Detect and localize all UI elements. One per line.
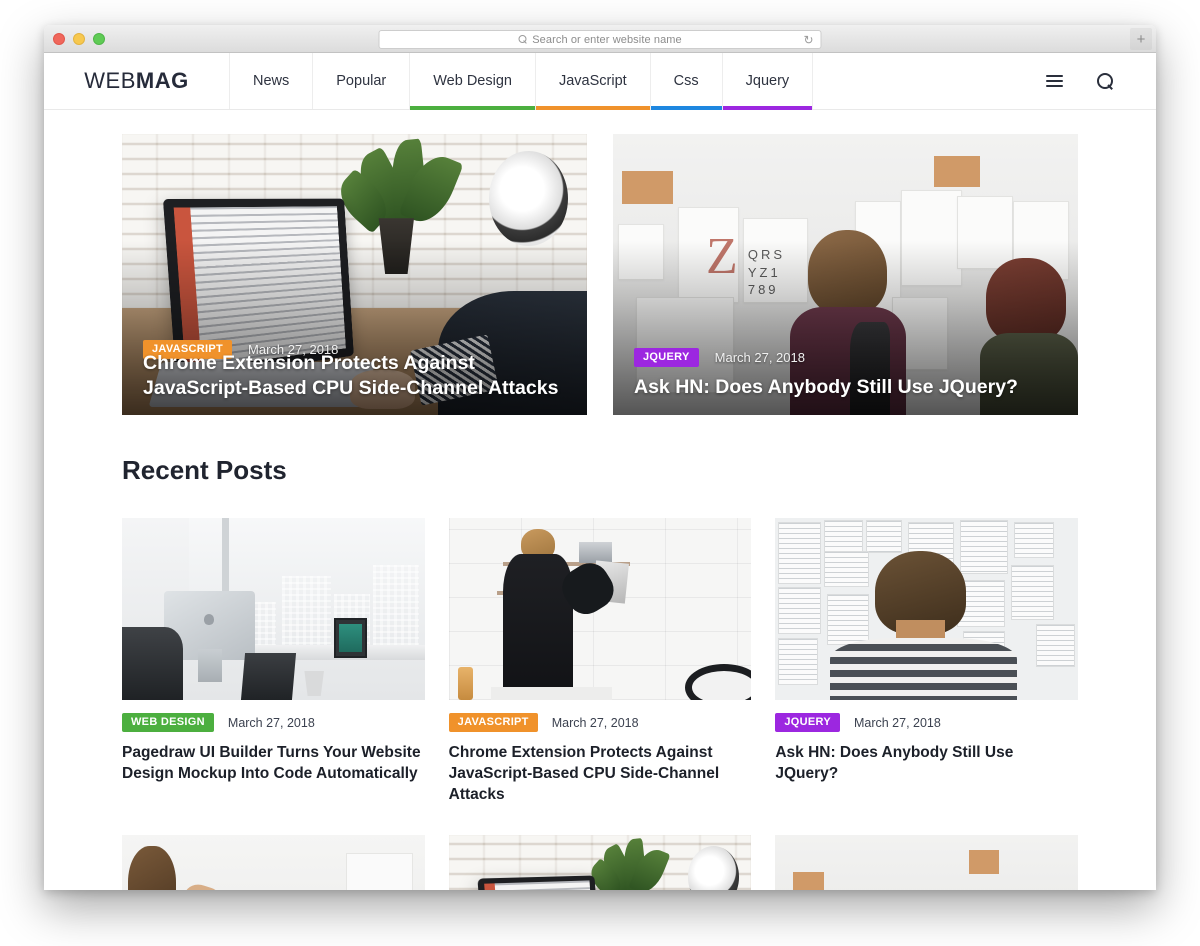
- post-meta: WEB DESIGN March 27, 2018: [122, 700, 425, 732]
- address-bar-placeholder: Search or enter website name: [532, 33, 682, 46]
- post-date: March 27, 2018: [227, 715, 315, 730]
- nav-item-javascript[interactable]: JavaScript: [534, 53, 650, 110]
- content-container: JAVASCRIPT March 27, 2018 Chrome Extensi…: [122, 110, 1078, 890]
- featured-posts-grid: JAVASCRIPT March 27, 2018 Chrome Extensi…: [122, 110, 1078, 415]
- address-bar[interactable]: Search or enter website name ↻: [378, 30, 822, 49]
- post-thumbnail[interactable]: [122, 835, 425, 890]
- featured-post-card[interactable]: JAVASCRIPT March 27, 2018 Chrome Extensi…: [122, 134, 587, 415]
- maximize-window-button[interactable]: [93, 32, 105, 45]
- close-window-button[interactable]: [53, 32, 65, 45]
- window-controls: [44, 32, 105, 45]
- post-meta: JQUERY March 27, 2018: [775, 700, 1078, 732]
- post-card[interactable]: JQUERY March 27, 2018 Ask HN: Does Anybo…: [775, 518, 1078, 805]
- post-thumbnail[interactable]: [448, 835, 752, 890]
- post-thumbnail[interactable]: Z: [775, 835, 1078, 890]
- post-card[interactable]: JAVASCRIPT March 27, 2018 Chrome Extensi…: [448, 518, 752, 805]
- browser-titlebar: Search or enter website name ↻ +: [44, 25, 1156, 53]
- post-meta: JAVASCRIPT March 27, 2018: [448, 700, 752, 732]
- nav-item-popular[interactable]: Popular: [312, 53, 409, 109]
- main-nav: News Popular Web Design JavaScript Css J…: [229, 53, 814, 110]
- recent-posts-grid: WEB DESIGN March 27, 2018 Pagedraw UI Bu…: [122, 489, 1078, 890]
- post-card[interactable]: WEB DESIGN March 27, 2018 Pagedraw UI Bu…: [122, 518, 425, 805]
- post-thumbnail[interactable]: [122, 518, 425, 700]
- featured-post-card[interactable]: Z QRSYZ1789 JQUERY March 27, 2018 Ask HN…: [613, 134, 1078, 415]
- nav-label: JavaScript: [558, 73, 627, 89]
- nav-label: Css: [673, 73, 699, 89]
- post-title[interactable]: Pagedraw UI Builder Turns Your Website D…: [122, 743, 425, 785]
- post-date: March 27, 2018: [551, 715, 639, 730]
- post-card[interactable]: Z: [775, 835, 1078, 890]
- post-thumbnail[interactable]: [448, 518, 752, 700]
- logo-text-thin: WEB: [84, 68, 136, 93]
- hamburger-icon[interactable]: [1046, 75, 1063, 87]
- section-title: Recent Posts: [122, 455, 287, 485]
- featured-post-meta: JQUERY March 27, 2018: [634, 348, 1057, 367]
- nav-item-css[interactable]: Css: [649, 53, 722, 110]
- featured-post-title[interactable]: Chrome Extension Protects Against JavaSc…: [143, 351, 566, 401]
- nav-item-news[interactable]: News: [229, 53, 312, 109]
- category-badge[interactable]: WEB DESIGN: [122, 713, 214, 732]
- new-tab-button[interactable]: +: [1130, 28, 1152, 50]
- browser-window: Search or enter website name ↻ + WEB MAG …: [44, 25, 1156, 890]
- reload-icon[interactable]: ↻: [803, 34, 813, 47]
- post-date: March 27, 2018: [714, 350, 805, 365]
- post-date: March 27, 2018: [853, 715, 941, 730]
- nav-label: News: [253, 73, 290, 89]
- category-badge[interactable]: JQUERY: [775, 713, 840, 732]
- site-logo[interactable]: WEB MAG: [44, 53, 229, 109]
- image-overlay: [613, 134, 1078, 415]
- category-badge[interactable]: JQUERY: [634, 348, 699, 367]
- nav-item-web-design[interactable]: Web Design: [409, 53, 535, 110]
- page-content: JAVASCRIPT March 27, 2018 Chrome Extensi…: [44, 110, 1156, 890]
- minimize-window-button[interactable]: [73, 32, 85, 45]
- search-icon: [518, 35, 527, 44]
- post-card[interactable]: [448, 835, 752, 890]
- post-title[interactable]: Chrome Extension Protects Against JavaSc…: [449, 743, 752, 805]
- nav-label: Jquery: [745, 73, 790, 89]
- logo-text-bold: MAG: [135, 68, 189, 93]
- featured-post-title[interactable]: Ask HN: Does Anybody Still Use JQuery?: [634, 375, 1057, 400]
- post-thumbnail[interactable]: [775, 518, 1078, 700]
- site-header: WEB MAG News Popular Web Design JavaScrip…: [44, 53, 1156, 110]
- nav-label: Web Design: [433, 73, 512, 89]
- search-icon[interactable]: [1097, 72, 1114, 90]
- header-tools: [1046, 53, 1156, 109]
- nav-label: Popular: [336, 73, 387, 89]
- post-title[interactable]: Ask HN: Does Anybody Still Use JQuery?: [775, 743, 1078, 785]
- category-badge[interactable]: JAVASCRIPT: [448, 713, 538, 732]
- nav-item-jquery[interactable]: Jquery: [721, 53, 814, 110]
- post-card[interactable]: [122, 835, 425, 890]
